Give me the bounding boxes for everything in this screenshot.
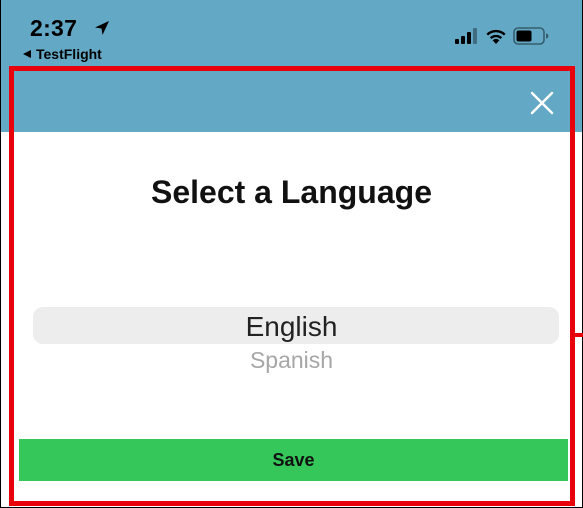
page-title: Select a Language (151, 174, 432, 210)
wifi-icon (486, 29, 506, 44)
picker-option-english[interactable]: English (0, 311, 583, 343)
back-app-label: TestFlight (36, 46, 102, 62)
modal-header (1, 70, 582, 132)
status-time: 2:37 (30, 15, 78, 41)
back-arrow-icon (23, 50, 31, 58)
back-to-app-link[interactable]: TestFlight (22, 46, 102, 62)
picker-option-spanish[interactable]: Spanish (0, 347, 583, 374)
location-arrow-icon (95, 21, 109, 35)
signal-icon (455, 28, 477, 44)
battery-icon (513, 27, 549, 45)
save-button[interactable]: Save (19, 439, 568, 481)
close-icon[interactable] (529, 90, 555, 116)
